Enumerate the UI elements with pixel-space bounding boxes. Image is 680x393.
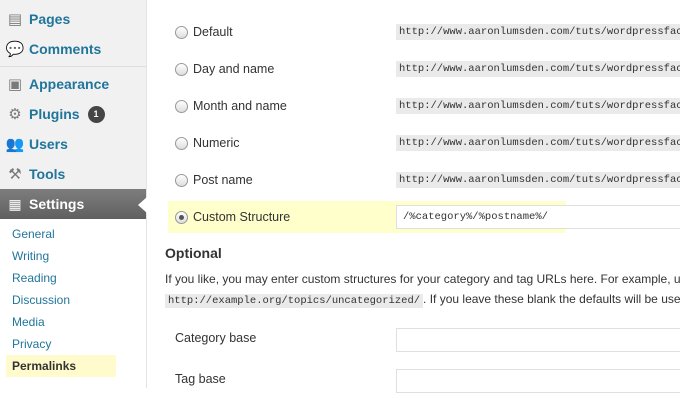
admin-sidebar: ▤ Pages 💬 Comments ▣ Appearance ⚙ Plugin… [0, 0, 147, 388]
example-url: http://www.aaronlumsden.com/tuts/wordpre… [396, 172, 680, 188]
example-code: http://example.org/topics/uncategorized/ [165, 294, 424, 308]
current-menu-arrow-icon [138, 197, 147, 213]
option-day-and-name[interactable]: Day and name [175, 61, 274, 77]
menu-label: Appearance [29, 76, 110, 92]
example-url: http://www.aaronlumsden.com/tuts/wordpre… [396, 24, 680, 40]
radio-day-and-name[interactable] [175, 62, 188, 76]
category-base-label: Category base [175, 331, 257, 345]
option-label: Post name [193, 173, 253, 187]
custom-structure-input[interactable]: /%category%/%postname%/ [396, 205, 680, 229]
option-label: Custom Structure [193, 210, 291, 224]
category-base-input[interactable] [396, 328, 680, 352]
example-url: http://www.aaronlumsden.com/tuts/wordpre… [396, 61, 680, 77]
option-label: Day and name [193, 62, 275, 76]
menu-item-plugins[interactable]: ⚙ Plugins 1 [0, 100, 146, 128]
submenu-discussion[interactable]: Discussion [12, 293, 70, 307]
settings-icon: ▦ [8, 195, 22, 212]
submenu-media[interactable]: Media [12, 315, 45, 329]
section-title: Optional [165, 245, 222, 261]
tag-base-label: Tag base [175, 372, 226, 386]
example-url: http://www.aaronlumsden.com/tuts/wordpre… [396, 98, 680, 114]
option-custom-structure[interactable]: Custom Structure [175, 209, 290, 225]
option-numeric[interactable]: Numeric [175, 135, 240, 151]
radio-default[interactable] [175, 25, 188, 39]
submenu-general[interactable]: General [12, 227, 55, 241]
submenu-writing[interactable]: Writing [12, 249, 49, 263]
menu-label: Comments [29, 41, 102, 57]
menu-label: Settings [29, 196, 85, 212]
option-label: Numeric [193, 136, 240, 150]
menu-label: Plugins [29, 106, 80, 122]
submenu-privacy[interactable]: Privacy [12, 337, 51, 351]
option-month-and-name[interactable]: Month and name [175, 98, 287, 114]
users-icon: 👥 [5, 135, 25, 153]
appearance-icon: ▣ [7, 75, 23, 93]
optional-description: If you like, you may enter custom struct… [165, 272, 680, 286]
menu-separator [0, 66, 146, 67]
submenu-permalinks[interactable]: Permalinks [6, 355, 116, 377]
tag-base-input[interactable] [396, 369, 680, 393]
submenu-label: Permalinks [12, 359, 77, 373]
submenu-reading[interactable]: Reading [12, 271, 57, 285]
description-rest: . If you leave these blank the defaults … [423, 292, 680, 306]
option-label: Month and name [193, 99, 287, 113]
menu-label: Pages [29, 11, 71, 27]
pages-icon: ▤ [7, 10, 23, 28]
optional-description-line2: http://example.org/topics/uncategorized/… [165, 292, 680, 308]
menu-label: Users [29, 136, 68, 152]
menu-item-appearance[interactable]: ▣ Appearance [0, 70, 146, 98]
radio-custom-structure[interactable] [175, 210, 188, 224]
menu-item-tools[interactable]: ⚒ Tools [0, 160, 146, 188]
comments-icon: 💬 [5, 40, 25, 58]
menu-item-settings[interactable]: ▦ Settings [0, 189, 146, 219]
menu-item-users[interactable]: 👥 Users [0, 130, 146, 158]
option-post-name[interactable]: Post name [175, 172, 253, 188]
menu-item-pages[interactable]: ▤ Pages [0, 5, 146, 33]
tools-icon: ⚒ [8, 165, 22, 183]
update-count-badge: 1 [87, 105, 105, 123]
radio-month-and-name[interactable] [175, 99, 188, 113]
menu-label: Tools [29, 166, 66, 182]
plugins-icon: ⚙ [8, 105, 22, 123]
radio-numeric[interactable] [175, 136, 188, 150]
example-url: http://www.aaronlumsden.com/tuts/wordpre… [396, 135, 680, 151]
option-label: Default [193, 25, 233, 39]
radio-post-name[interactable] [175, 173, 188, 187]
option-default[interactable]: Default [175, 24, 233, 40]
menu-item-comments[interactable]: 💬 Comments [0, 35, 146, 63]
